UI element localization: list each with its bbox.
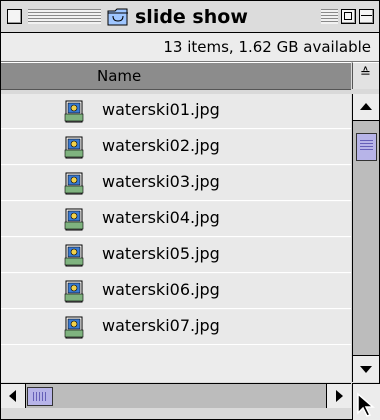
window-title: slide show <box>135 6 248 28</box>
jpeg-file-icon <box>64 172 84 195</box>
close-box[interactable] <box>7 9 22 24</box>
jpeg-file-icon <box>64 280 84 303</box>
scroll-down-arrow-icon[interactable] <box>353 355 379 382</box>
scroll-right-arrow-icon[interactable] <box>326 384 351 408</box>
collapse-box[interactable] <box>359 9 374 24</box>
vertical-scroll-thumb[interactable] <box>356 133 377 161</box>
jpeg-file-icon <box>64 100 84 123</box>
items-available-text: 13 items, 1.62 GB available <box>163 38 371 56</box>
list-item[interactable]: waterski02.jpg <box>1 130 351 165</box>
window-title-group: slide show <box>103 4 252 30</box>
list-item[interactable]: waterski03.jpg <box>1 166 351 201</box>
jpeg-file-icon <box>64 136 84 159</box>
list-item[interactable]: waterski04.jpg <box>1 202 351 237</box>
file-name: waterski07.jpg <box>102 316 220 335</box>
zoom-box[interactable] <box>341 9 356 24</box>
horizontal-scroll-thumb[interactable] <box>27 387 53 406</box>
file-name: waterski05.jpg <box>102 244 220 263</box>
sort-direction-icon: ≙ <box>360 66 371 81</box>
list-item[interactable]: waterski06.jpg <box>1 274 351 309</box>
jpeg-file-icon <box>64 244 84 267</box>
horizontal-scrollbar[interactable] <box>1 383 351 408</box>
mouse-pointer-icon <box>357 392 376 417</box>
file-name: waterski01.jpg <box>102 100 220 119</box>
sort-direction-button[interactable]: ≙ <box>352 62 379 89</box>
folder-icon <box>107 8 128 26</box>
list-item[interactable]: waterski07.jpg <box>1 310 351 345</box>
list-item[interactable]: waterski01.jpg <box>1 94 351 129</box>
scroll-up-arrow-icon[interactable] <box>353 94 379 121</box>
file-name: waterski02.jpg <box>102 136 220 155</box>
finder-window: slide show 13 items, 1.62 GB available N… <box>0 0 380 420</box>
name-column-header[interactable]: Name <box>1 62 351 90</box>
title-bar[interactable]: slide show <box>1 1 379 33</box>
jpeg-file-icon <box>64 316 84 339</box>
list-item[interactable]: waterski05.jpg <box>1 238 351 273</box>
file-list: waterski01.jpg waterski02.jpg waterski03… <box>1 94 351 382</box>
file-name: waterski04.jpg <box>102 208 220 227</box>
file-name: waterski06.jpg <box>102 280 220 299</box>
name-column-label: Name <box>97 67 142 85</box>
info-bar: 13 items, 1.62 GB available <box>1 33 379 62</box>
title-stripes-left <box>28 9 101 24</box>
file-name: waterski03.jpg <box>102 172 220 191</box>
title-stripes-right <box>321 9 338 24</box>
vertical-scrollbar[interactable] <box>352 94 379 382</box>
scroll-left-arrow-icon[interactable] <box>1 384 26 408</box>
jpeg-file-icon <box>64 208 84 231</box>
